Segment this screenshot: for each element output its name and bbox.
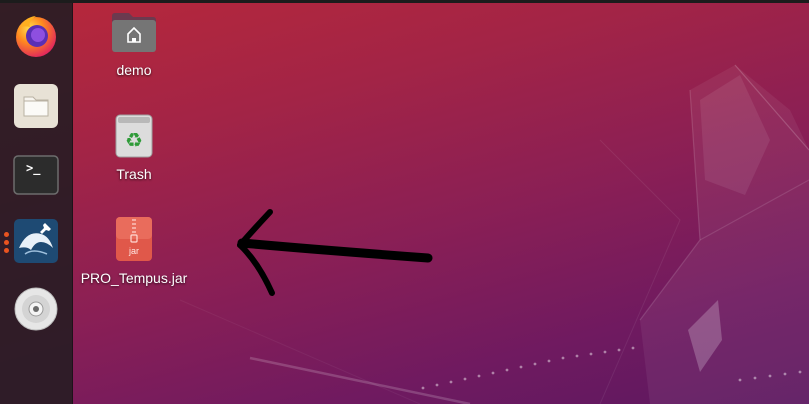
desktop[interactable]: >_ demo ♻ Trash jar PRO_Tempus.jar bbox=[0, 0, 809, 404]
arrow-annotation bbox=[237, 209, 433, 296]
